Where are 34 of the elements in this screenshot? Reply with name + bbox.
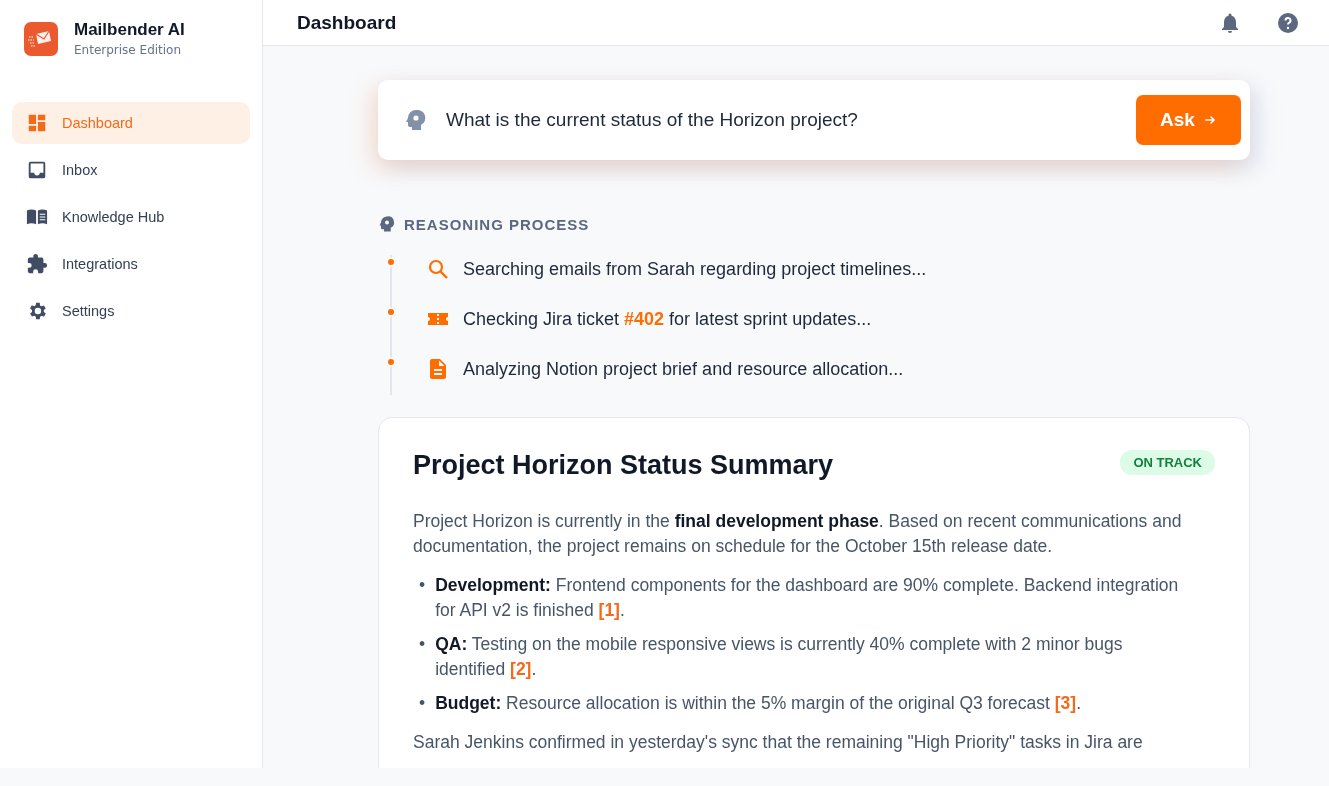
edition-label: Enterprise Edition <box>74 43 183 57</box>
arrow-right-icon <box>1202 113 1217 127</box>
help-icon <box>1276 10 1300 35</box>
puzzle-icon <box>26 253 48 275</box>
bullet-marker: • <box>419 633 426 656</box>
timeline-dot <box>386 257 396 267</box>
bullet-item: QA: Testing on the mobile responsive views is currently 40% complete with 2 minor bugs identified [2]. <box>435 633 1124 681</box>
dashboard-icon <box>26 112 48 134</box>
step-text: Checking Jira ticket #402 for latest sprint updates... <box>463 308 872 330</box>
bullet-marker: • <box>419 574 426 597</box>
nav-item[interactable]: Integrations <box>12 243 250 285</box>
nav-item[interactable]: Inbox <box>12 149 250 191</box>
bullet-marker: • <box>419 692 426 715</box>
envelope-logo <box>24 21 58 56</box>
head-gear-icon <box>378 215 396 233</box>
bullet-item: Budget: Resource allocation is within the 5% margin of the original Q3 forecast [3]. <box>435 692 1082 715</box>
app-name: Mailbender AI <box>74 20 185 40</box>
step-text: Analyzing Notion project brief and resource allocation... <box>463 358 904 380</box>
nav-item[interactable]: Knowledge Hub <box>12 196 250 238</box>
summary-paragraph: Sarah Jenkins confirmed in yesterday's sync that the remaining "High Priority" tasks in Jira are <box>413 731 1144 754</box>
timeline-dot <box>386 307 396 317</box>
question-field[interactable]: What is the current status of the Horizon project? Ask <box>378 80 1250 160</box>
search-icon <box>426 257 450 281</box>
nav-item[interactable]: Settings <box>12 290 250 332</box>
section-heading: REASONING PROCESS <box>404 215 590 233</box>
bullet-item: Development: Frontend components for the dashboard are 90% complete. Backend integration for API v2 is finished [1]. <box>435 574 1180 622</box>
inbox-icon <box>26 159 48 181</box>
timeline-dot <box>386 357 396 367</box>
step-text: Searching emails from Sarah regarding project timelines... <box>463 258 927 280</box>
status-badge: ON TRACK <box>1120 450 1215 475</box>
summary-paragraph: Project Horizon is currently in the final development phase. Based on recent communications and documentation, the project remains on schedule for the October 15th release date. <box>413 510 1183 558</box>
card-title: Project Horizon Status Summary <box>413 450 834 481</box>
page-title: Dashboard <box>297 11 397 34</box>
head-gear-icon <box>404 108 428 132</box>
